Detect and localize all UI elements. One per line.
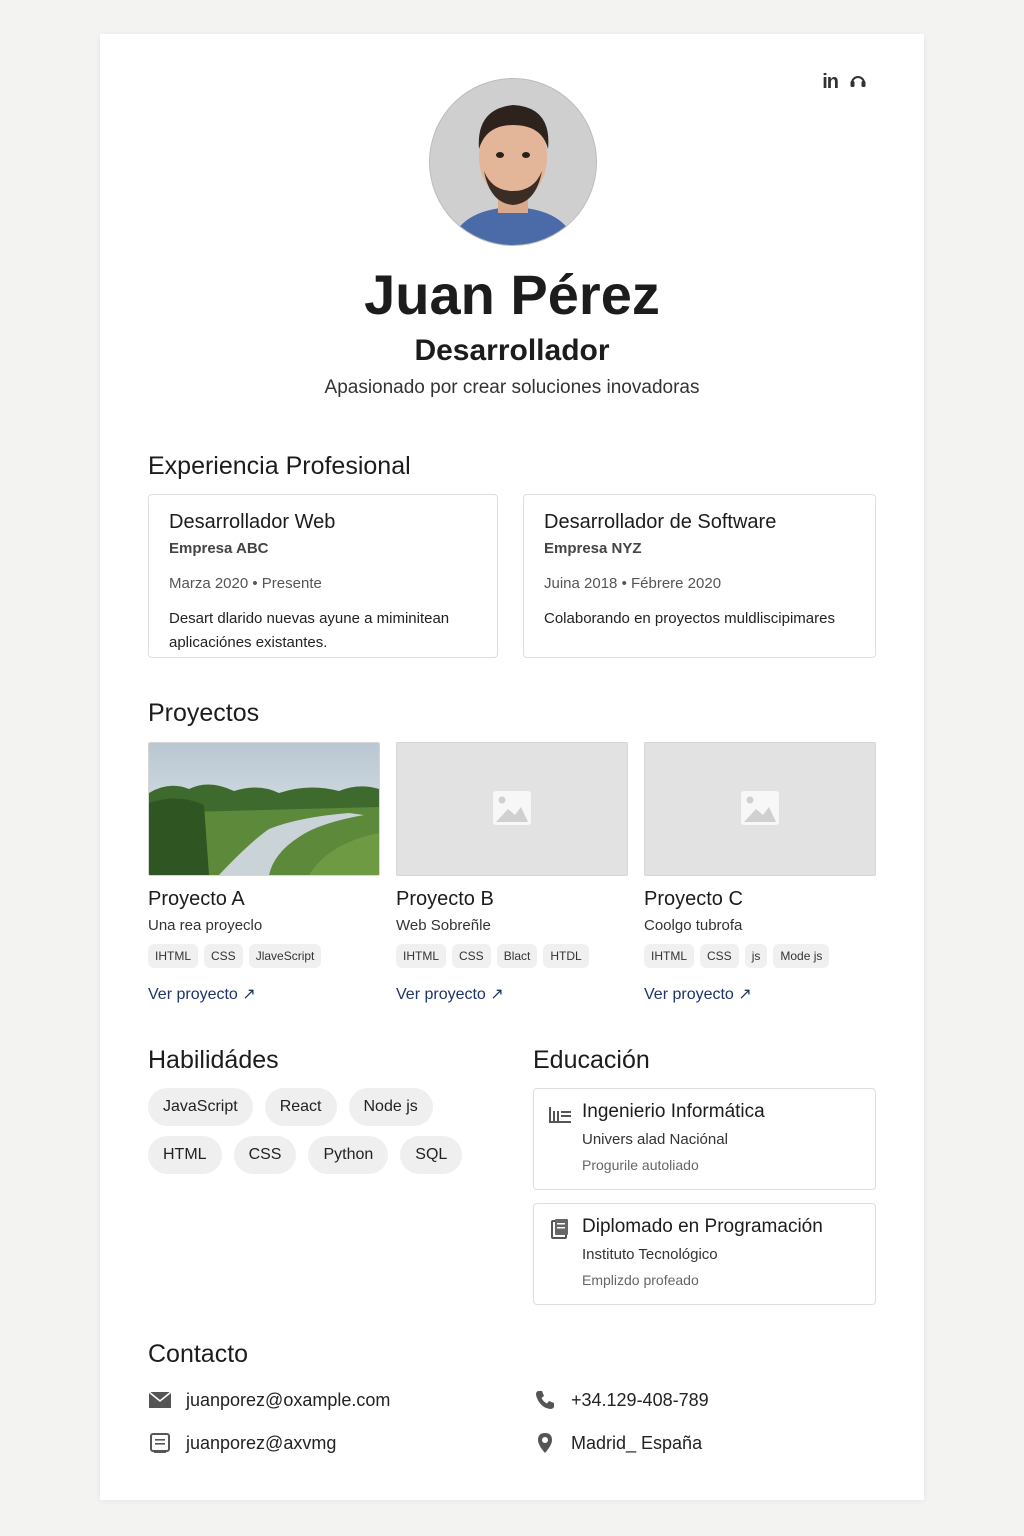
- experience-dates: Marza 2020 • Presente: [169, 575, 322, 592]
- section-title-contact: Contacto: [148, 1340, 249, 1368]
- tech-tag: js: [744, 944, 768, 968]
- github-icon[interactable]: [848, 70, 868, 95]
- project-card-a: Proyecto A Una rea proyeclo IHTML CSS Jl…: [148, 742, 380, 1004]
- document-icon: [148, 1432, 172, 1454]
- project-tags: IHTML CSS JlaveScript: [148, 944, 380, 968]
- contact-phone[interactable]: +34.129-408-789: [533, 1389, 709, 1411]
- contact-location-text: Madrid_ España: [571, 1432, 703, 1453]
- view-project-link[interactable]: Ver proyecto ↗: [396, 984, 504, 1004]
- skill-chip: JavaScript: [148, 1088, 253, 1126]
- contact-location[interactable]: Madrid_ España: [533, 1432, 702, 1454]
- experience-title: Desarrollador de Software: [544, 511, 777, 533]
- contact-phone-text: +34.129-408-789: [571, 1389, 709, 1410]
- project-title: Proyecto C: [644, 888, 743, 910]
- experience-company: Empresa ABC: [169, 540, 269, 557]
- profile-role: Desarrollador: [414, 334, 610, 367]
- project-card-c: Proyecto C Coolgo tubrofa IHTML CSS js M…: [644, 742, 876, 1004]
- view-project-link[interactable]: Ver proyecto ↗: [148, 984, 256, 1004]
- profile-tagline: Apasionado por crear soluciones inovador…: [324, 377, 700, 398]
- resume-card: in Juan Pérez Desarrollador Apasionado p…: [100, 34, 924, 1500]
- tech-tag: CSS: [452, 944, 491, 968]
- tech-tag: HTDL: [543, 944, 589, 968]
- education-institution: Univers alad Naciónal: [582, 1131, 728, 1148]
- skill-chip: Python: [308, 1136, 389, 1174]
- skill-chip: SQL: [400, 1136, 463, 1174]
- section-title-experience: Experiencia Profesional: [148, 452, 411, 480]
- project-image[interactable]: [148, 742, 380, 876]
- phone-icon: [533, 1389, 557, 1411]
- skills-list: JavaScript React Node js HTML CSS Python…: [148, 1088, 508, 1174]
- education-card: Ingenierio Informática Univers alad Naci…: [533, 1088, 876, 1190]
- education-note: Progurile autoliado: [582, 1157, 699, 1173]
- placeholder-image-icon: [645, 743, 875, 875]
- tech-tag: IHTML: [396, 944, 446, 968]
- experience-dates: Juina 2018 • Fébrere 2020: [544, 575, 722, 592]
- experience-description: Desart dlarido nuevas ayune a miminitean…: [169, 610, 450, 651]
- section-title-education: Educación: [533, 1046, 650, 1074]
- tech-tag: IHTML: [148, 944, 198, 968]
- tech-tag: CSS: [700, 944, 739, 968]
- education-institution: Instituto Tecnológico: [582, 1246, 718, 1263]
- skill-chip: CSS: [233, 1136, 297, 1174]
- project-subtitle: Coolgo tubrofa: [644, 917, 743, 934]
- contact-handle-text: juanporez@axvmg: [186, 1432, 337, 1453]
- profile-name: Juan Pérez: [364, 263, 660, 326]
- mail-icon: [148, 1389, 172, 1411]
- skill-chip: HTML: [148, 1136, 222, 1174]
- social-links: in: [822, 70, 868, 95]
- experience-company: Empresa NYZ: [544, 540, 642, 557]
- project-image[interactable]: [396, 742, 628, 876]
- linkedin-icon[interactable]: in: [822, 71, 839, 94]
- project-card-b: Proyecto B Web Sobreñle IHTML CSS Blact …: [396, 742, 628, 1004]
- education-title: Diplomado en Programación: [582, 1216, 823, 1237]
- section-title-projects: Proyectos: [148, 699, 260, 727]
- education-note: Emplizdo profeado: [582, 1272, 699, 1288]
- contact-handle[interactable]: juanporez@axvmg: [148, 1432, 336, 1454]
- experience-title: Desarrollador Web: [169, 511, 336, 533]
- contact-email-text: juanporez@oxample.com: [186, 1389, 391, 1410]
- experience-card: Desarrollador de Software Empresa NYZ Ju…: [523, 494, 876, 658]
- education-card: Diplomado en Programación Instituto Tecn…: [533, 1203, 876, 1305]
- tech-tag: Blact: [496, 944, 538, 968]
- tech-tag: IHTML: [644, 944, 694, 968]
- project-tags: IHTML CSS Blact HTDL: [396, 944, 628, 968]
- avatar: [429, 78, 597, 246]
- view-project-link[interactable]: Ver proyecto ↗: [644, 984, 752, 1004]
- project-image[interactable]: [644, 742, 876, 876]
- experience-card: Desarrollador Web Empresa ABC Marza 2020…: [148, 494, 498, 658]
- project-subtitle: Web Sobreñle: [396, 917, 491, 934]
- location-pin-icon: [533, 1432, 557, 1454]
- section-title-skills: Habilidádes: [148, 1046, 279, 1074]
- project-title: Proyecto B: [396, 888, 494, 910]
- contact-email[interactable]: juanporez@oxample.com: [148, 1389, 390, 1411]
- education-title: Ingenierio Informática: [582, 1101, 765, 1122]
- book-icon: [548, 1218, 572, 1240]
- skill-chip: Node js: [348, 1088, 433, 1126]
- project-title: Proyecto A: [148, 888, 245, 910]
- experience-description: Colaborando en proyectos muldliscipimare…: [544, 610, 835, 627]
- tech-tag: CSS: [204, 944, 243, 968]
- project-subtitle: Una rea proyeclo: [148, 917, 263, 934]
- project-tags: IHTML CSS js Mode js: [644, 944, 876, 968]
- graduation-building-icon: [548, 1103, 572, 1125]
- tech-tag: JlaveScript: [248, 944, 322, 968]
- placeholder-image-icon: [397, 743, 627, 875]
- skill-chip: React: [264, 1088, 337, 1126]
- tech-tag: Mode js: [773, 944, 830, 968]
